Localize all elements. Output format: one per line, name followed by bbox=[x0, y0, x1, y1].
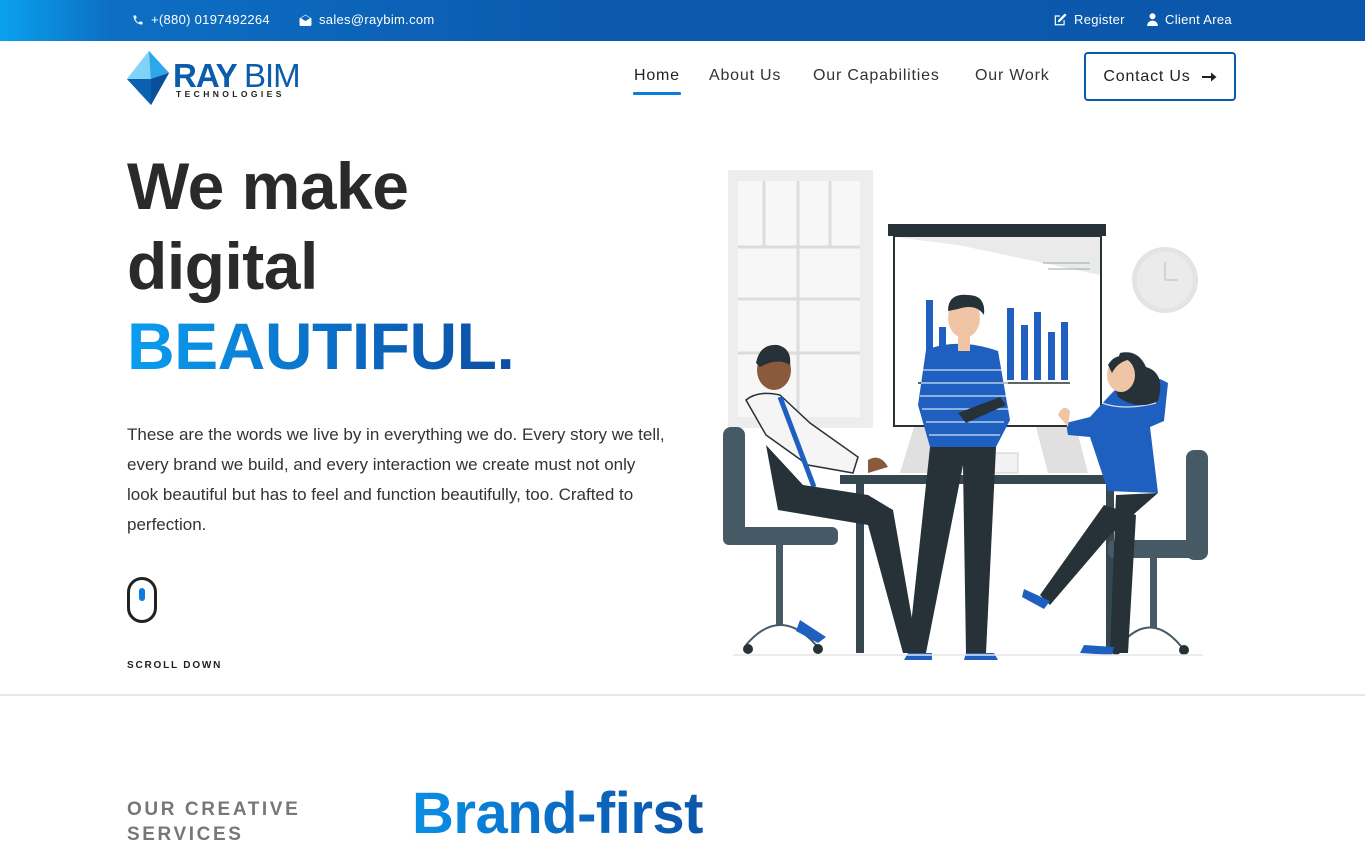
section-divider bbox=[0, 694, 1365, 696]
hero-description: These are the words we live by in everyt… bbox=[127, 425, 665, 534]
phone-icon bbox=[133, 15, 143, 24]
user-icon bbox=[1147, 13, 1158, 26]
client-area-link[interactable]: Client Area bbox=[1147, 12, 1232, 27]
active-nav-indicator bbox=[633, 92, 681, 95]
contact-us-button[interactable]: Contact Us bbox=[1084, 52, 1236, 101]
window-illustration bbox=[728, 170, 873, 428]
nav-about-us[interactable]: About Us bbox=[709, 67, 781, 85]
nav-our-capabilities[interactable]: Our Capabilities bbox=[813, 67, 940, 85]
arrow-right-icon bbox=[1201, 72, 1217, 81]
mouse-wheel bbox=[139, 588, 145, 601]
email-link[interactable]: sales@raybim.com bbox=[299, 12, 435, 27]
raybim-logo[interactable]: RAY BIM TECHNOLOGIES bbox=[127, 49, 307, 107]
phone-number: +(880) 0197492264 bbox=[151, 12, 270, 27]
nav-home[interactable]: Home bbox=[634, 67, 680, 85]
top-bar: +(880) 0197492264 sales@raybim.com Regis… bbox=[0, 0, 1365, 41]
hero-title: We make digital BEAUTIFUL. bbox=[127, 146, 515, 386]
scroll-mouse-icon[interactable] bbox=[127, 577, 157, 623]
envelope-icon bbox=[299, 14, 312, 26]
wall-clock-illustration bbox=[1132, 247, 1198, 313]
nav-our-work[interactable]: Our Work bbox=[975, 67, 1050, 85]
register-link[interactable]: Register bbox=[1053, 12, 1125, 27]
edit-icon bbox=[1054, 13, 1067, 26]
register-label: Register bbox=[1074, 12, 1125, 27]
hero-line-accent: BEAUTIFUL. bbox=[127, 306, 515, 386]
client-area-label: Client Area bbox=[1165, 12, 1232, 27]
email-address: sales@raybim.com bbox=[319, 12, 435, 27]
hero-line-1: We make bbox=[127, 149, 409, 223]
hero-line-2: digital bbox=[127, 229, 318, 303]
phone-link[interactable]: +(880) 0197492264 bbox=[132, 12, 270, 27]
logo-tagline: TECHNOLOGIES bbox=[176, 89, 285, 99]
services-heading: Brand-first bbox=[412, 781, 703, 846]
services-eyebrow: OUR CREATIVE SERVICES bbox=[127, 799, 301, 845]
scroll-down-label: SCROLL DOWN bbox=[127, 660, 223, 671]
contact-us-label: Contact Us bbox=[1103, 67, 1191, 85]
team-meeting-illustration bbox=[723, 170, 1208, 660]
